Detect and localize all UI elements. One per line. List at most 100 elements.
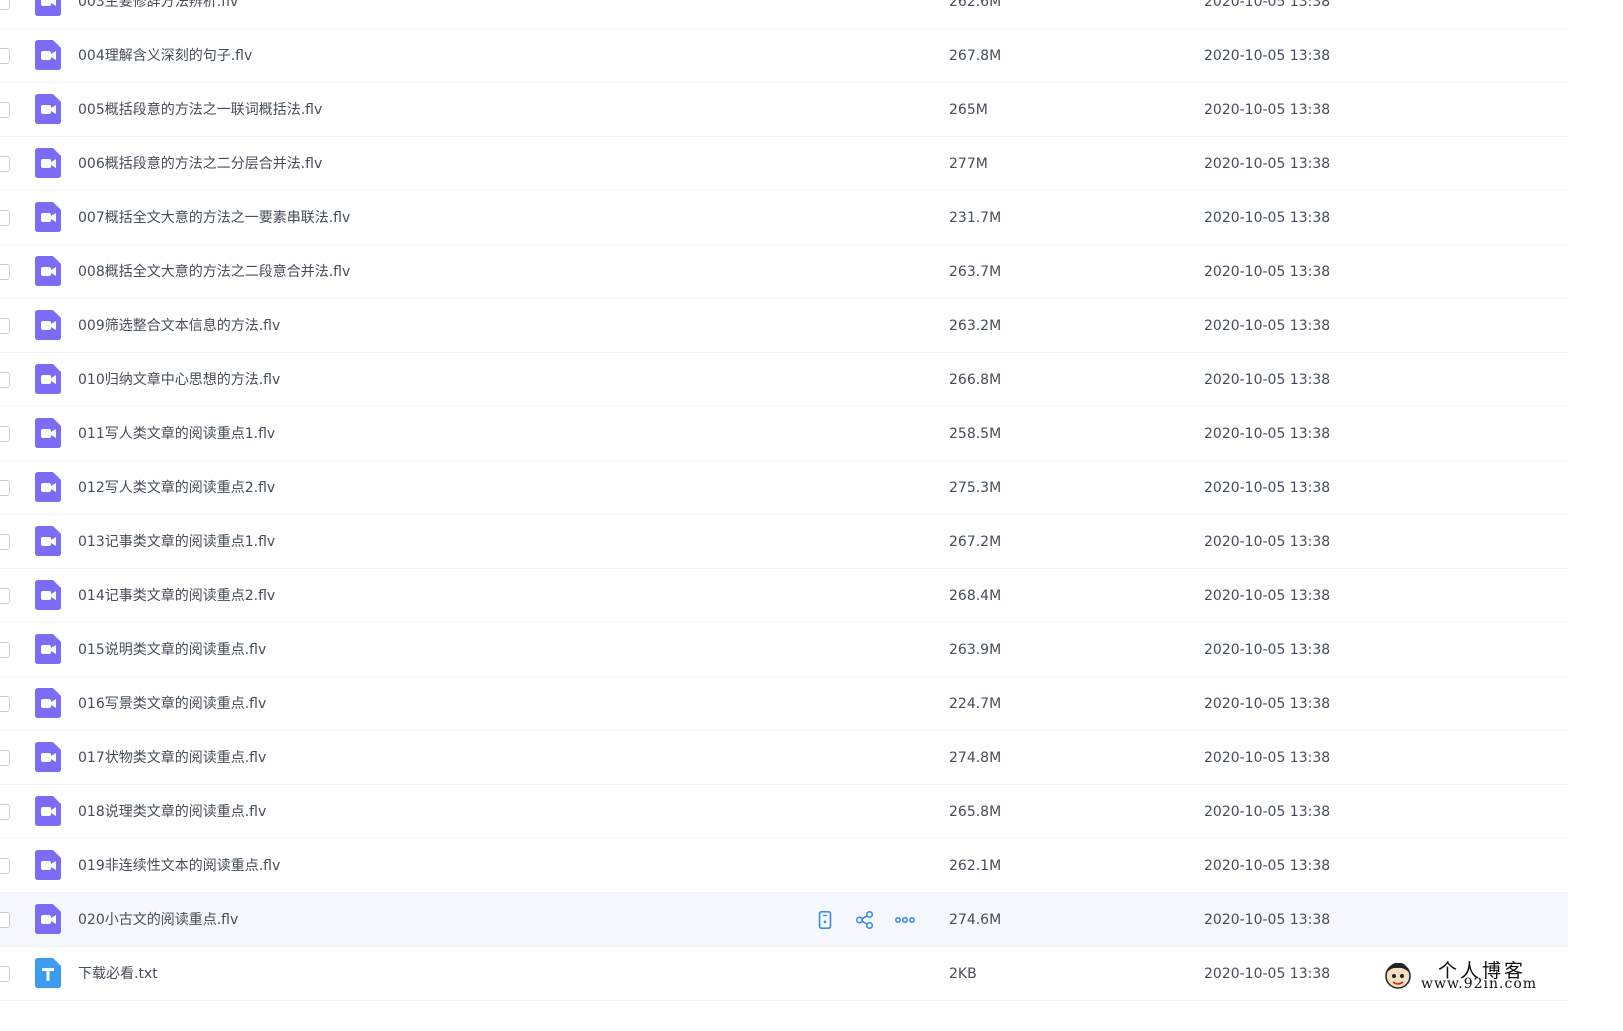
file-row[interactable]: 003主要修辞方法辨析.flv 262.6M 2020-10-05 13:38 <box>0 0 1568 29</box>
file-date: 2020-10-05 13:38 <box>1204 804 1331 820</box>
file-name[interactable]: 009筛选整合文本信息的方法.flv <box>78 299 280 353</box>
file-date: 2020-10-05 13:38 <box>1204 0 1331 10</box>
row-checkbox[interactable] <box>0 804 10 820</box>
row-checkbox[interactable] <box>0 210 10 226</box>
share-icon[interactable] <box>854 909 876 931</box>
more-icon[interactable] <box>894 909 916 931</box>
row-checkbox[interactable] <box>0 426 10 442</box>
video-file-icon <box>35 40 61 70</box>
file-date: 2020-10-05 13:38 <box>1204 102 1331 118</box>
file-name[interactable]: 004理解含义深刻的句子.flv <box>78 29 252 83</box>
file-size: 263.2M <box>949 318 1002 334</box>
file-name[interactable]: 011写人类文章的阅读重点1.flv <box>78 407 275 461</box>
file-row[interactable]: 016写景类文章的阅读重点.flv 224.7M 2020-10-05 13:38 <box>0 677 1568 731</box>
file-row[interactable]: 005概括段意的方法之一联词概括法.flv 265M 2020-10-05 13:3… <box>0 83 1568 137</box>
row-checkbox[interactable] <box>0 588 10 604</box>
row-checkbox[interactable] <box>0 264 10 280</box>
file-date: 2020-10-05 13:38 <box>1204 210 1331 226</box>
file-size: 265M <box>949 102 988 118</box>
video-file-icon <box>35 202 61 232</box>
row-checkbox[interactable] <box>0 534 10 550</box>
file-size: 263.9M <box>949 642 1002 658</box>
video-file-icon <box>35 526 61 556</box>
file-name[interactable]: 010归纳文章中心思想的方法.flv <box>78 353 280 407</box>
row-checkbox[interactable] <box>0 750 10 766</box>
file-name[interactable]: 016写景类文章的阅读重点.flv <box>78 677 266 731</box>
video-file-icon <box>35 310 61 340</box>
file-row[interactable]: 019非连续性文本的阅读重点.flv 262.1M 2020-10-05 13:38 <box>0 839 1568 893</box>
row-checkbox[interactable] <box>0 858 10 874</box>
file-date: 2020-10-05 13:38 <box>1204 426 1331 442</box>
video-file-icon <box>35 742 61 772</box>
file-size: 266.8M <box>949 372 1002 388</box>
row-checkbox[interactable] <box>0 966 10 982</box>
video-file-icon <box>35 796 61 826</box>
file-name[interactable]: 015说明类文章的阅读重点.flv <box>78 623 266 677</box>
file-size: 267.2M <box>949 534 1002 550</box>
row-checkbox[interactable] <box>0 372 10 388</box>
file-row[interactable]: 017状物类文章的阅读重点.flv 274.8M 2020-10-05 13:38 <box>0 731 1568 785</box>
row-checkbox[interactable] <box>0 642 10 658</box>
file-list: 003主要修辞方法辨析.flv 262.6M 2020-10-05 13:38 004… <box>0 0 1568 1001</box>
file-size: 231.7M <box>949 210 1002 226</box>
file-name[interactable]: 017状物类文章的阅读重点.flv <box>78 731 266 785</box>
file-size: 268.4M <box>949 588 1002 604</box>
file-row[interactable]: 下载必看.txt 2KB 2020-10-05 13:38 <box>0 947 1568 1001</box>
row-checkbox[interactable] <box>0 48 10 64</box>
video-file-icon <box>35 688 61 718</box>
file-size: 274.8M <box>949 750 1002 766</box>
file-name[interactable]: 013记事类文章的阅读重点1.flv <box>78 515 275 569</box>
file-name[interactable]: 006概括段意的方法之二分层合并法.flv <box>78 137 322 191</box>
watermark-url: www.92in.com <box>1421 976 1538 992</box>
file-date: 2020-10-05 13:38 <box>1204 912 1331 928</box>
file-date: 2020-10-05 13:38 <box>1204 858 1331 874</box>
file-size: 277M <box>949 156 988 172</box>
row-checkbox[interactable] <box>0 912 10 928</box>
file-date: 2020-10-05 13:38 <box>1204 588 1331 604</box>
file-date: 2020-10-05 13:38 <box>1204 696 1331 712</box>
watermark: 个人博客 www.92in.com <box>1383 955 1553 995</box>
video-file-icon <box>35 364 61 394</box>
file-date: 2020-10-05 13:38 <box>1204 750 1331 766</box>
phone-icon[interactable] <box>814 909 836 931</box>
file-name[interactable]: 008概括全文大意的方法之二段意合并法.flv <box>78 245 350 299</box>
video-file-icon <box>35 94 61 124</box>
row-checkbox[interactable] <box>0 102 10 118</box>
file-row[interactable]: 008概括全文大意的方法之二段意合并法.flv 263.7M 2020-10-05 … <box>0 245 1568 299</box>
file-row[interactable]: 018说理类文章的阅读重点.flv 265.8M 2020-10-05 13:38 <box>0 785 1568 839</box>
row-checkbox[interactable] <box>0 696 10 712</box>
file-row[interactable]: 004理解含义深刻的句子.flv 267.8M 2020-10-05 13:38 <box>0 29 1568 83</box>
video-file-icon <box>35 580 61 610</box>
video-file-icon <box>35 256 61 286</box>
file-name[interactable]: 003主要修辞方法辨析.flv <box>78 0 238 29</box>
file-row[interactable]: 006概括段意的方法之二分层合并法.flv 277M 2020-10-05 13:3… <box>0 137 1568 191</box>
file-name[interactable]: 014记事类文章的阅读重点2.flv <box>78 569 275 623</box>
file-row[interactable]: 013记事类文章的阅读重点1.flv 267.2M 2020-10-05 13:38 <box>0 515 1568 569</box>
file-row[interactable]: 010归纳文章中心思想的方法.flv 266.8M 2020-10-05 13:38 <box>0 353 1568 407</box>
video-file-icon <box>35 904 61 934</box>
video-file-icon <box>35 850 61 880</box>
file-name[interactable]: 018说理类文章的阅读重点.flv <box>78 785 266 839</box>
row-checkbox[interactable] <box>0 318 10 334</box>
file-name[interactable]: 019非连续性文本的阅读重点.flv <box>78 839 280 893</box>
row-checkbox[interactable] <box>0 0 10 10</box>
file-size: 224.7M <box>949 696 1002 712</box>
file-size: 267.8M <box>949 48 1002 64</box>
file-row[interactable]: 007概括全文大意的方法之一要素串联法.flv 231.7M 2020-10-05 … <box>0 191 1568 245</box>
file-row[interactable]: 012写人类文章的阅读重点2.flv 275.3M 2020-10-05 13:38 <box>0 461 1568 515</box>
file-name[interactable]: 012写人类文章的阅读重点2.flv <box>78 461 275 515</box>
file-name[interactable]: 007概括全文大意的方法之一要素串联法.flv <box>78 191 350 245</box>
video-file-icon <box>35 418 61 448</box>
file-date: 2020-10-05 13:38 <box>1204 372 1331 388</box>
row-checkbox[interactable] <box>0 480 10 496</box>
file-row[interactable]: 009筛选整合文本信息的方法.flv 263.2M 2020-10-05 13:38 <box>0 299 1568 353</box>
file-row[interactable]: 011写人类文章的阅读重点1.flv 258.5M 2020-10-05 13:38 <box>0 407 1568 461</box>
file-name[interactable]: 005概括段意的方法之一联词概括法.flv <box>78 83 322 137</box>
file-row[interactable]: 020小古文的阅读重点.flv 274.6M 2020-10-05 13:38 <box>0 893 1568 947</box>
file-name[interactable]: 020小古文的阅读重点.flv <box>78 893 238 947</box>
file-name[interactable]: 下载必看.txt <box>78 947 158 1001</box>
file-row[interactable]: 015说明类文章的阅读重点.flv 263.9M 2020-10-05 13:38 <box>0 623 1568 677</box>
row-checkbox[interactable] <box>0 156 10 172</box>
file-date: 2020-10-05 13:38 <box>1204 156 1331 172</box>
file-row[interactable]: 014记事类文章的阅读重点2.flv 268.4M 2020-10-05 13:38 <box>0 569 1568 623</box>
